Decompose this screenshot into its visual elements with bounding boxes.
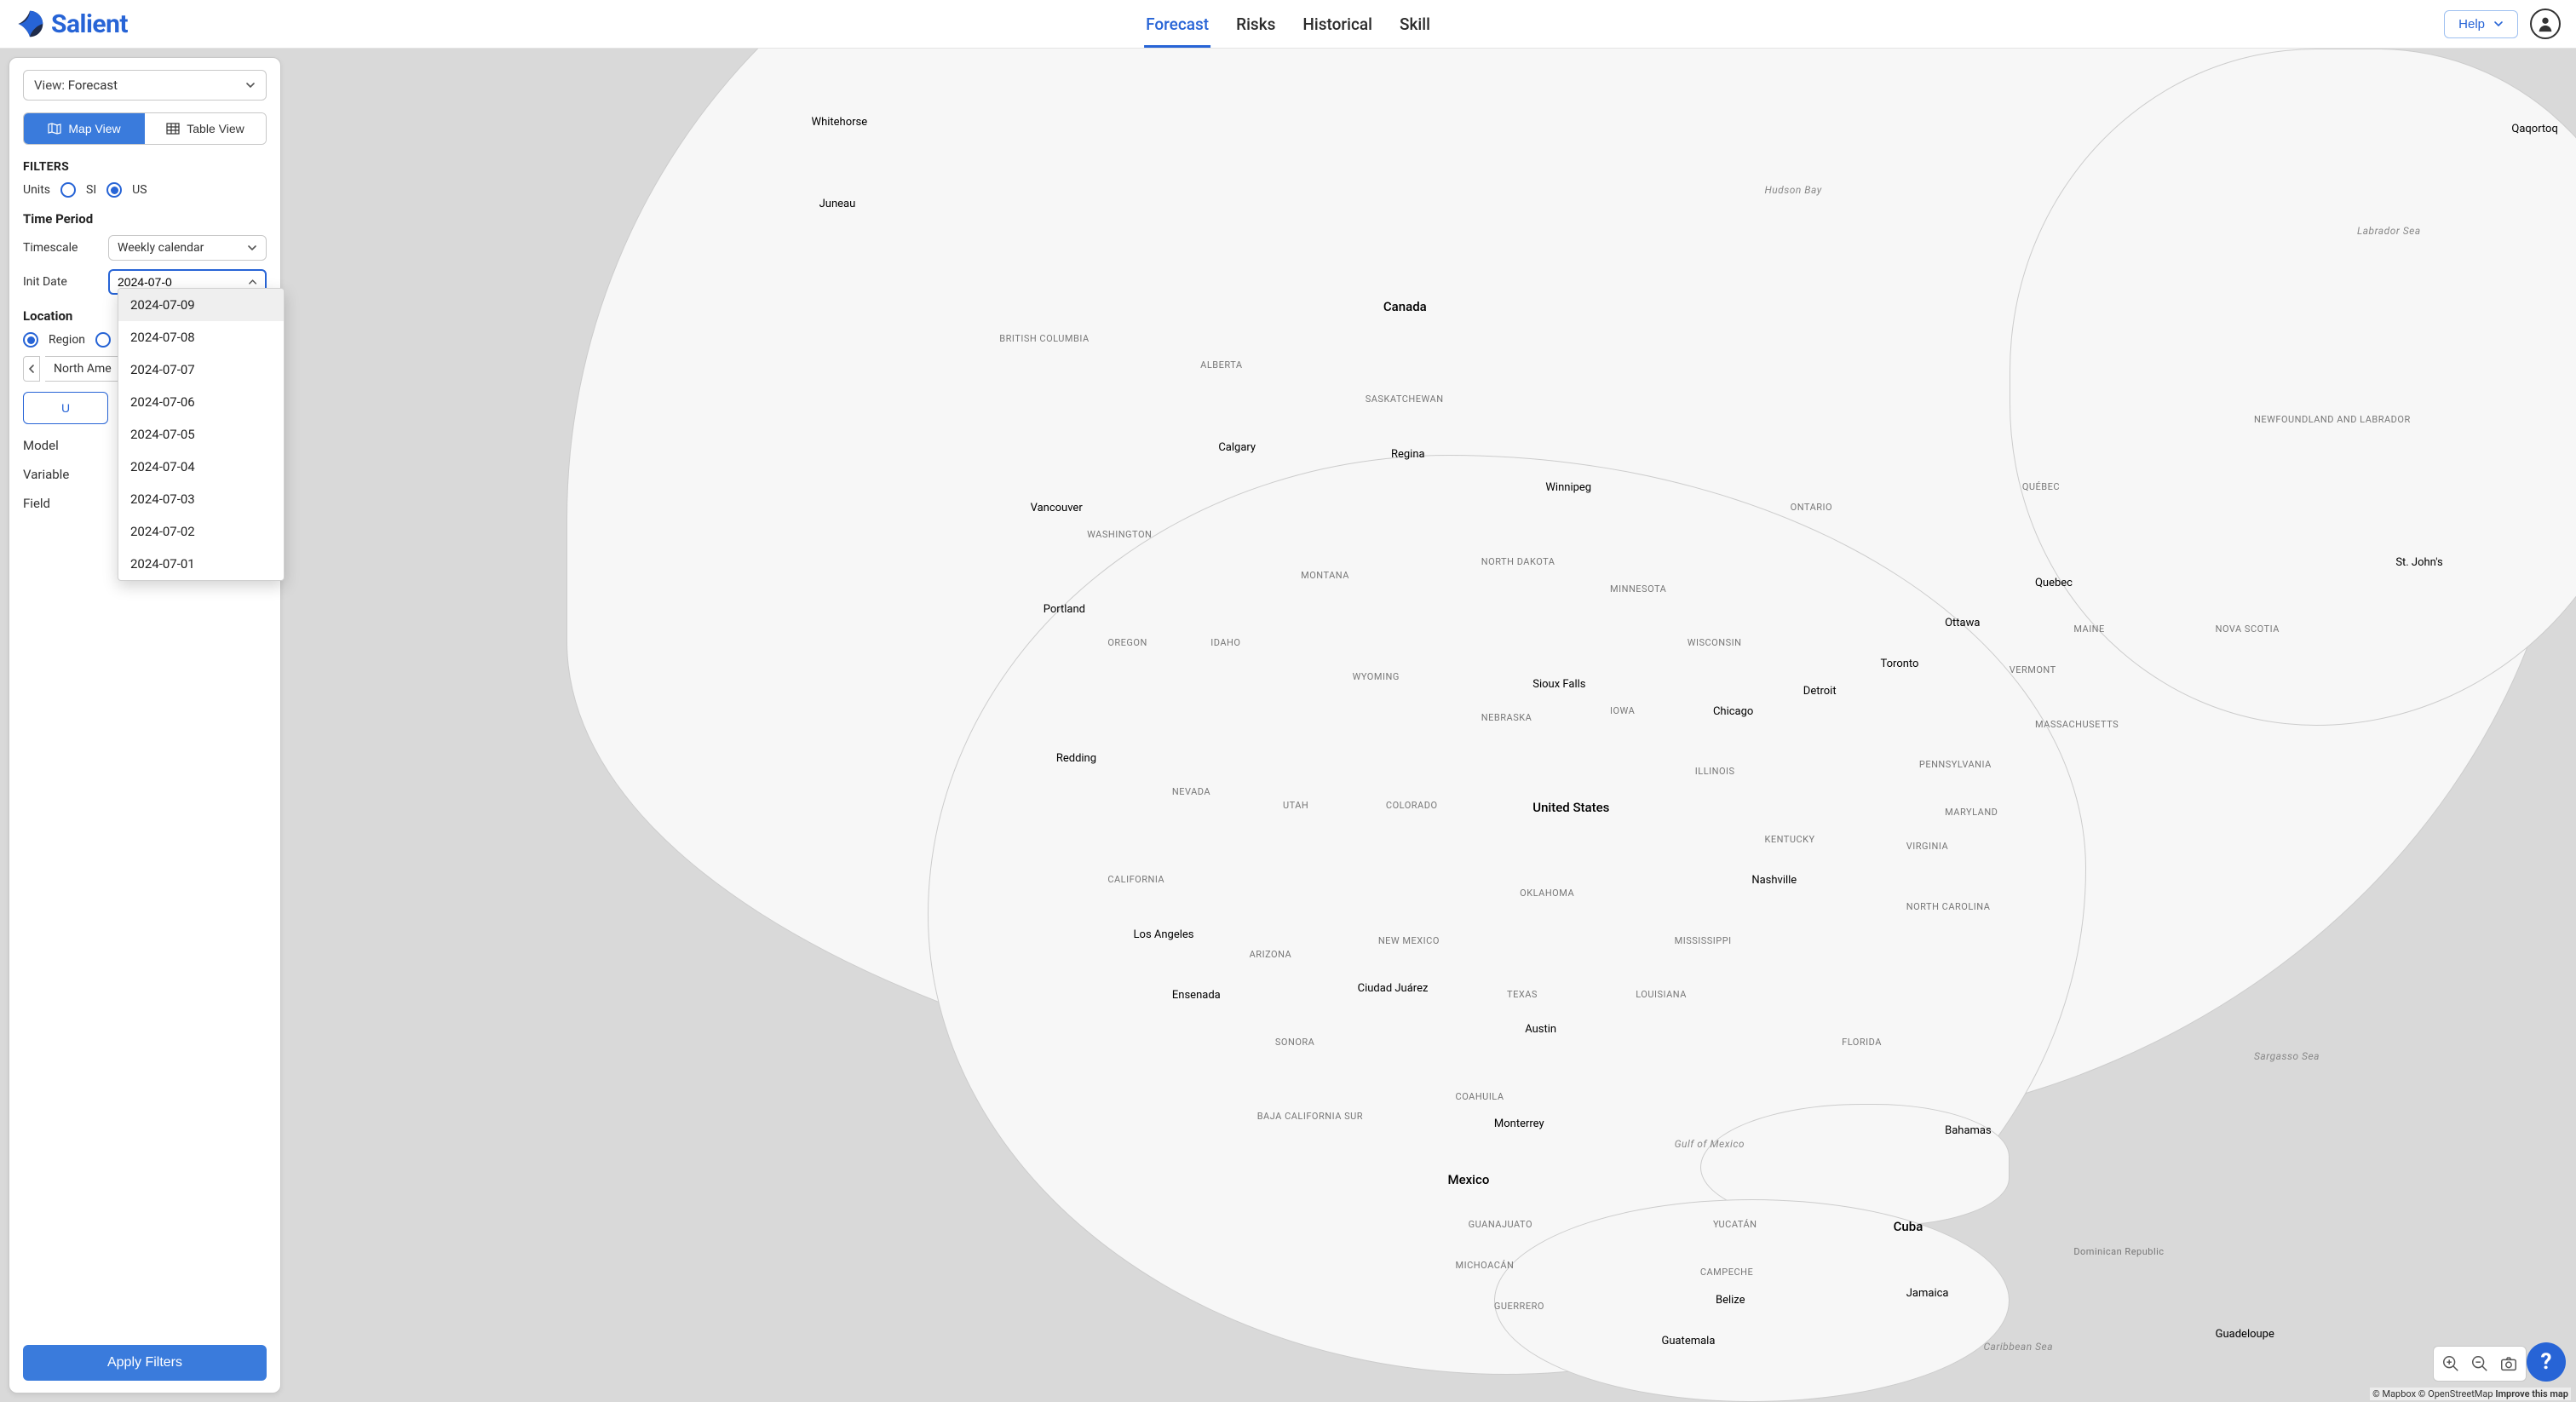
map-icon (48, 122, 61, 135)
map-label: Dominican Republic (2073, 1246, 2164, 1257)
upload-button-partial[interactable]: U (23, 392, 108, 424)
chevron-up-icon (248, 277, 257, 287)
attr-osm[interactable]: © OpenStreetMap (2418, 1388, 2493, 1399)
table-view-label: Table View (187, 122, 244, 135)
map-land (2010, 49, 2576, 726)
map-label: Sargasso Sea (2254, 1050, 2320, 1062)
init-date-option[interactable]: 2024-07-01 (118, 548, 284, 580)
nav-tabs: Forecast Risks Historical Skill (1144, 0, 1432, 48)
help-fab[interactable]: ? (2527, 1342, 2566, 1382)
table-view-button[interactable]: Table View (145, 113, 266, 144)
camera-icon (2499, 1354, 2518, 1373)
tab-forecast[interactable]: Forecast (1144, 1, 1210, 48)
zoom-out-icon (2470, 1354, 2489, 1373)
chevron-down-icon (2493, 19, 2504, 29)
brand-text: Salient (51, 9, 128, 39)
location-radio-region[interactable] (23, 332, 38, 348)
attr-mapbox[interactable]: © Mapbox (2372, 1388, 2416, 1399)
map-surface[interactable]: CanadaUnited StatesMexicoCubaWhitehorseJ… (0, 49, 2576, 1402)
main-area: CanadaUnited StatesMexicoCubaWhitehorseJ… (0, 49, 2576, 1402)
location-mode-region: Region (49, 333, 85, 347)
filters-title: FILTERS (23, 160, 267, 174)
attr-improve[interactable]: Improve this map (2495, 1388, 2568, 1399)
tab-risks[interactable]: Risks (1234, 1, 1277, 48)
units-option-us: US (132, 183, 147, 197)
init-date-option[interactable]: 2024-07-04 (118, 451, 284, 483)
timescale-label: Timescale (23, 241, 98, 255)
units-label: Units (23, 183, 50, 197)
user-avatar[interactable] (2530, 9, 2561, 39)
units-radio-us[interactable] (106, 182, 122, 198)
init-date-option[interactable]: 2024-07-08 (118, 321, 284, 353)
map-view-label: Map View (68, 122, 120, 135)
tab-historical[interactable]: Historical (1301, 1, 1374, 48)
chevron-down-icon (245, 80, 256, 90)
map-land (1494, 1199, 2010, 1402)
tab-skill[interactable]: Skill (1398, 1, 1432, 48)
top-right: Help (2444, 9, 2561, 39)
map-label: Guadeloupe (2216, 1328, 2274, 1341)
view-select[interactable]: View: Forecast (23, 70, 267, 101)
map-view-button[interactable]: Map View (24, 113, 145, 144)
user-icon (2536, 14, 2555, 33)
filter-panel: View: Forecast Map View Table View FILTE… (9, 57, 281, 1393)
init-date-input[interactable] (118, 275, 248, 289)
location-back-button[interactable] (23, 356, 40, 382)
time-period-title: Time Period (23, 211, 267, 227)
timescale-value: Weekly calendar (118, 241, 204, 255)
chevron-down-icon (247, 243, 257, 253)
map-label: Caribbean Sea (1983, 1341, 2053, 1353)
init-date-option[interactable]: 2024-07-06 (118, 386, 284, 418)
top-bar: Salient Forecast Risks Historical Skill … (0, 0, 2576, 49)
help-button[interactable]: Help (2444, 10, 2518, 38)
init-date-option[interactable]: 2024-07-02 (118, 515, 284, 548)
brand-logo-icon (15, 9, 44, 38)
timescale-row: Timescale Weekly calendar (23, 235, 267, 261)
help-label: Help (2458, 17, 2485, 32)
units-radio-si[interactable] (60, 182, 76, 198)
init-date-option[interactable]: 2024-07-03 (118, 483, 284, 515)
init-date-option[interactable]: 2024-07-07 (118, 353, 284, 386)
apply-filters-button[interactable]: Apply Filters (23, 1345, 267, 1381)
init-date-dropdown: 2024-07-092024-07-082024-07-072024-07-06… (118, 288, 285, 581)
units-row: Units SI US (23, 182, 267, 198)
map-controls (2433, 1346, 2527, 1382)
table-icon (166, 122, 180, 135)
view-value: Forecast (68, 78, 118, 93)
init-date-option[interactable]: 2024-07-09 (118, 289, 284, 321)
view-label-prefix: View: (34, 78, 65, 93)
screenshot-button[interactable] (2495, 1350, 2522, 1377)
zoom-in-icon (2441, 1354, 2460, 1373)
zoom-out-button[interactable] (2466, 1350, 2493, 1377)
chevron-left-icon (26, 364, 37, 374)
init-date-label: Init Date (23, 275, 98, 289)
map-attribution: © Mapbox © OpenStreetMap Improve this ma… (2370, 1388, 2571, 1400)
view-segment: Map View Table View (23, 112, 267, 145)
brand[interactable]: Salient (15, 9, 128, 39)
units-option-si: SI (86, 183, 96, 197)
zoom-in-button[interactable] (2437, 1350, 2464, 1377)
init-date-option[interactable]: 2024-07-05 (118, 418, 284, 451)
location-radio-other[interactable] (95, 332, 111, 348)
timescale-select[interactable]: Weekly calendar (108, 235, 267, 261)
